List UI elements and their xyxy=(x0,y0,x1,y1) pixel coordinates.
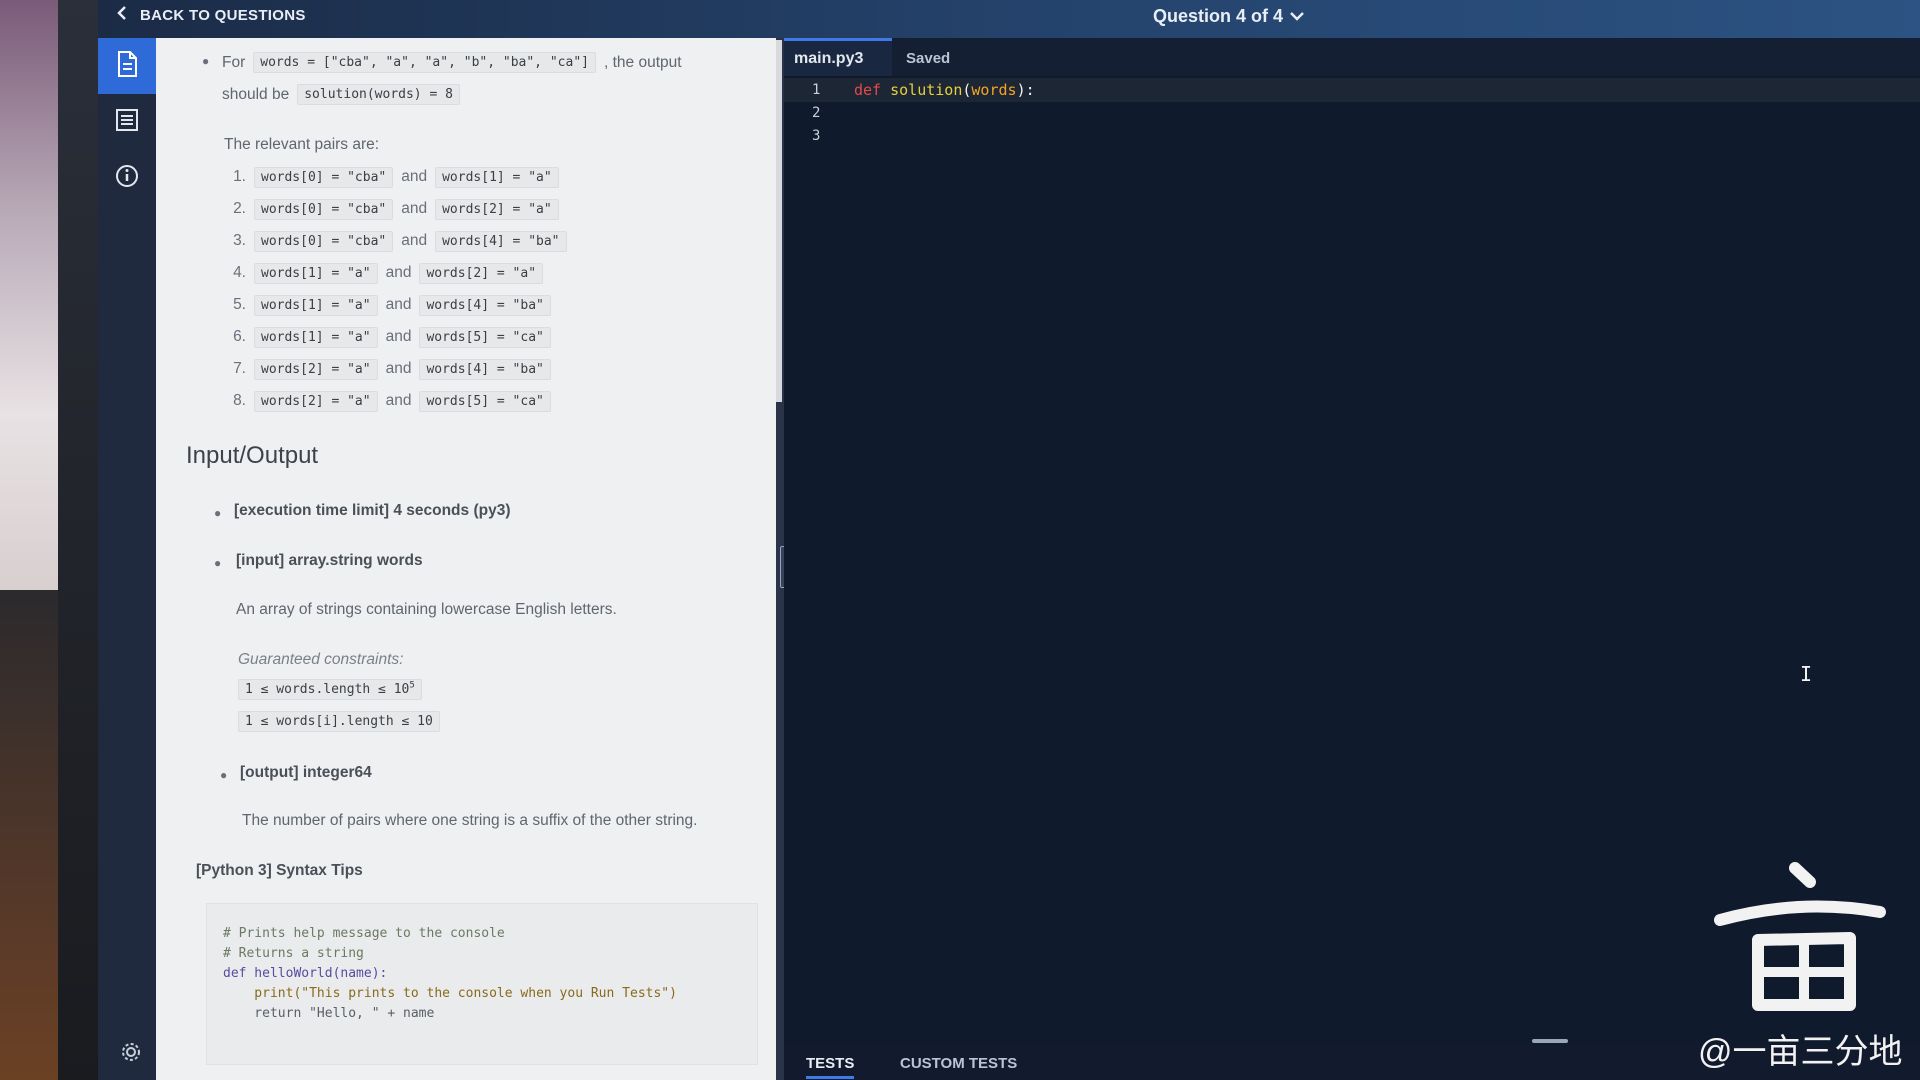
example-output-text: , the output xyxy=(603,53,682,71)
input-label: [input] array.string words xyxy=(236,552,423,569)
list-item: 6. words[1] = "a" and words[5] = "ca" xyxy=(226,325,551,349)
bullet: ● xyxy=(202,54,210,68)
execution-time-limit: [execution time limit] 4 seconds (py3) xyxy=(234,502,511,519)
info-icon xyxy=(115,164,139,193)
input-description: An array of strings containing lowercase… xyxy=(236,601,617,618)
top-bar: BACK TO QUESTIONS Question 4 of 4 xyxy=(98,0,1920,38)
example-should-be: should be xyxy=(222,85,290,103)
output-label: [output] integer64 xyxy=(240,764,372,781)
description-scrollbar[interactable] xyxy=(776,40,782,402)
example-prefix: For xyxy=(222,53,246,71)
document-icon xyxy=(116,50,138,82)
problem-description-panel: ● For words = ["cba", "a", "a", "b", "ba… xyxy=(156,38,776,1080)
text-cursor-icon: I xyxy=(1800,662,1813,686)
bullet: ● xyxy=(214,506,222,520)
editor-tab-bar: main.py3 Saved xyxy=(784,38,1920,76)
output-description: The number of pairs where one string is … xyxy=(242,812,698,829)
line-number: 1 xyxy=(812,82,821,98)
list-item: 4. words[1] = "a" and words[2] = "a" xyxy=(226,261,544,285)
description-tab[interactable] xyxy=(98,38,156,94)
relevant-pairs-label: The relevant pairs are: xyxy=(224,136,380,153)
background-photo-bottom xyxy=(0,590,58,1080)
left-sidebar xyxy=(98,38,156,1080)
back-to-questions-link[interactable]: BACK TO QUESTIONS xyxy=(116,6,306,24)
io-heading: Input/Output xyxy=(186,442,319,469)
list-tab[interactable] xyxy=(98,94,156,150)
list-icon xyxy=(116,108,138,136)
example-line-1: For words = ["cba", "a", "a", "b", "ba",… xyxy=(222,52,682,73)
bullet: ● xyxy=(214,556,222,570)
line-number: 2 xyxy=(812,105,821,121)
bullet: ● xyxy=(220,768,228,782)
tab-main-py3[interactable]: main.py3 xyxy=(784,38,892,76)
example-words-code: words = ["cba", "a", "a", "b", "ba", "ca… xyxy=(253,52,596,73)
settings-button[interactable] xyxy=(120,1041,142,1068)
watermark-text: @一亩三分地 xyxy=(1698,1033,1903,1071)
background-photo-top xyxy=(0,0,58,590)
resize-handle[interactable] xyxy=(1532,1039,1568,1043)
constraint-2: 1 ≤ words[i].length ≤ 10 xyxy=(238,711,440,732)
syntax-tips-heading: [Python 3] Syntax Tips xyxy=(196,862,363,879)
example-line-2: should be solution(words) = 8 xyxy=(222,84,460,105)
watermark-logo xyxy=(1710,860,1890,1025)
constraints-label: Guaranteed constraints: xyxy=(238,651,404,668)
list-item: 8. words[2] = "a" and words[5] = "ca" xyxy=(226,389,551,413)
list-item: 7. words[2] = "a" and words[4] = "ba" xyxy=(226,357,551,381)
tab-custom-tests[interactable]: CUSTOM TESTS xyxy=(900,1055,1017,1072)
code-line-1[interactable]: def solution(words): xyxy=(854,81,1035,99)
save-status: Saved xyxy=(906,50,951,67)
question-selector[interactable]: Question 4 of 4 xyxy=(1153,6,1305,27)
chevron-down-icon xyxy=(1289,6,1305,27)
chevron-left-icon xyxy=(116,6,128,24)
back-label: BACK TO QUESTIONS xyxy=(140,6,306,24)
question-nav-label: Question 4 of 4 xyxy=(1153,6,1284,26)
gear-icon xyxy=(120,1043,142,1067)
line-number: 3 xyxy=(812,128,821,144)
list-item: 5. words[1] = "a" and words[4] = "ba" xyxy=(226,293,551,317)
info-tab[interactable] xyxy=(98,150,156,206)
list-item: 3. words[0] = "cba" and words[4] = "ba" xyxy=(226,229,567,253)
syntax-code-block: # Prints help message to the console # R… xyxy=(206,903,758,1065)
tab-tests[interactable]: TESTS xyxy=(806,1055,855,1079)
constraint-1: 1 ≤ words.length ≤ 105 xyxy=(238,679,422,700)
list-item: 1. words[0] = "cba" and words[1] = "a" xyxy=(226,165,559,189)
list-item: 2. words[0] = "cba" and words[2] = "a" xyxy=(226,197,559,221)
example-solution-code: solution(words) = 8 xyxy=(297,84,460,105)
